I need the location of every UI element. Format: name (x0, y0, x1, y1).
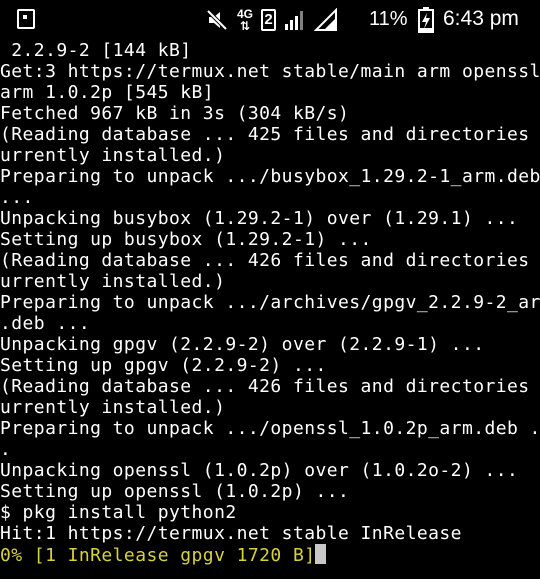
terminal-output[interactable]: 2.2.9-2 [144 kB] Get:3 https://termux.net… (0, 40, 540, 566)
terminal-line: Unpacking busybox (1.29.2-1) over (1.29.… (0, 208, 519, 229)
status-icons: 4G ⇅ 2 (205, 7, 338, 33)
network-type-icon: 4G ⇅ (237, 7, 254, 33)
terminal-line: . (0, 439, 12, 460)
terminal-line: 2.2.9-2 [144 kB] (0, 40, 192, 61)
signal-strength-icon-secondary (314, 8, 338, 31)
terminal-line: Fetched 967 kB in 3s (304 kB/s) (0, 103, 350, 124)
screenshot-icon (17, 9, 35, 29)
terminal-line: arm 1.0.2p [545 kB] (0, 82, 215, 103)
terminal-line: (Reading database ... 425 files and dire… (0, 124, 540, 145)
sim-icon: 2 (261, 9, 277, 31)
terminal-line: Unpacking gpgv (2.2.9-2) over (2.2.9-1) … (0, 334, 485, 355)
charging-battery-icon (418, 7, 434, 33)
terminal-line: Preparing to unpack .../busybox_1.29.2-1… (0, 166, 540, 187)
terminal-cursor (315, 544, 327, 564)
terminal-line: $ pkg install python2 (0, 502, 237, 523)
signal-strength-icon (285, 11, 304, 30)
terminal-line: Get:3 https://termux.net stable/main arm… (0, 61, 540, 82)
terminal-line: ... (0, 187, 34, 208)
terminal-line: Preparing to unpack .../openssl_1.0.2p_a… (0, 418, 540, 439)
terminal-line: Preparing to unpack .../archives/gpgv_2.… (0, 292, 540, 313)
clock: 6:43 pm (443, 7, 519, 30)
terminal-line: Setting up busybox (1.29.2-1) ... (0, 229, 372, 250)
terminal-line: Unpacking openssl (1.0.2p) over (1.0.2o-… (0, 460, 519, 481)
terminal-line: .deb ... (0, 313, 91, 334)
mute-icon (206, 9, 228, 31)
progress-line: 0% [1 InRelease gpgv 1720 B] (0, 544, 540, 566)
terminal-line: (Reading database ... 426 files and dire… (0, 376, 540, 397)
terminal-line: urrently installed.) (0, 145, 226, 166)
terminal-line: urrently installed.) (0, 397, 226, 418)
terminal-line: Setting up openssl (1.0.2p) ... (0, 481, 350, 502)
terminal-line: Setting up gpgv (2.2.9-2) ... (0, 355, 327, 376)
terminal-line: (Reading database ... 426 files and dire… (0, 250, 540, 271)
status-bar: 4G ⇅ 2 11% 6:43 pm (0, 0, 540, 40)
terminal-line: Hit:1 https://termux.net stable InReleas… (0, 523, 462, 544)
progress-text: 0% [1 InRelease gpgv 1720 B] (0, 545, 316, 566)
terminal-line: urrently installed.) (0, 271, 226, 292)
battery-percent: 11% (369, 8, 408, 30)
